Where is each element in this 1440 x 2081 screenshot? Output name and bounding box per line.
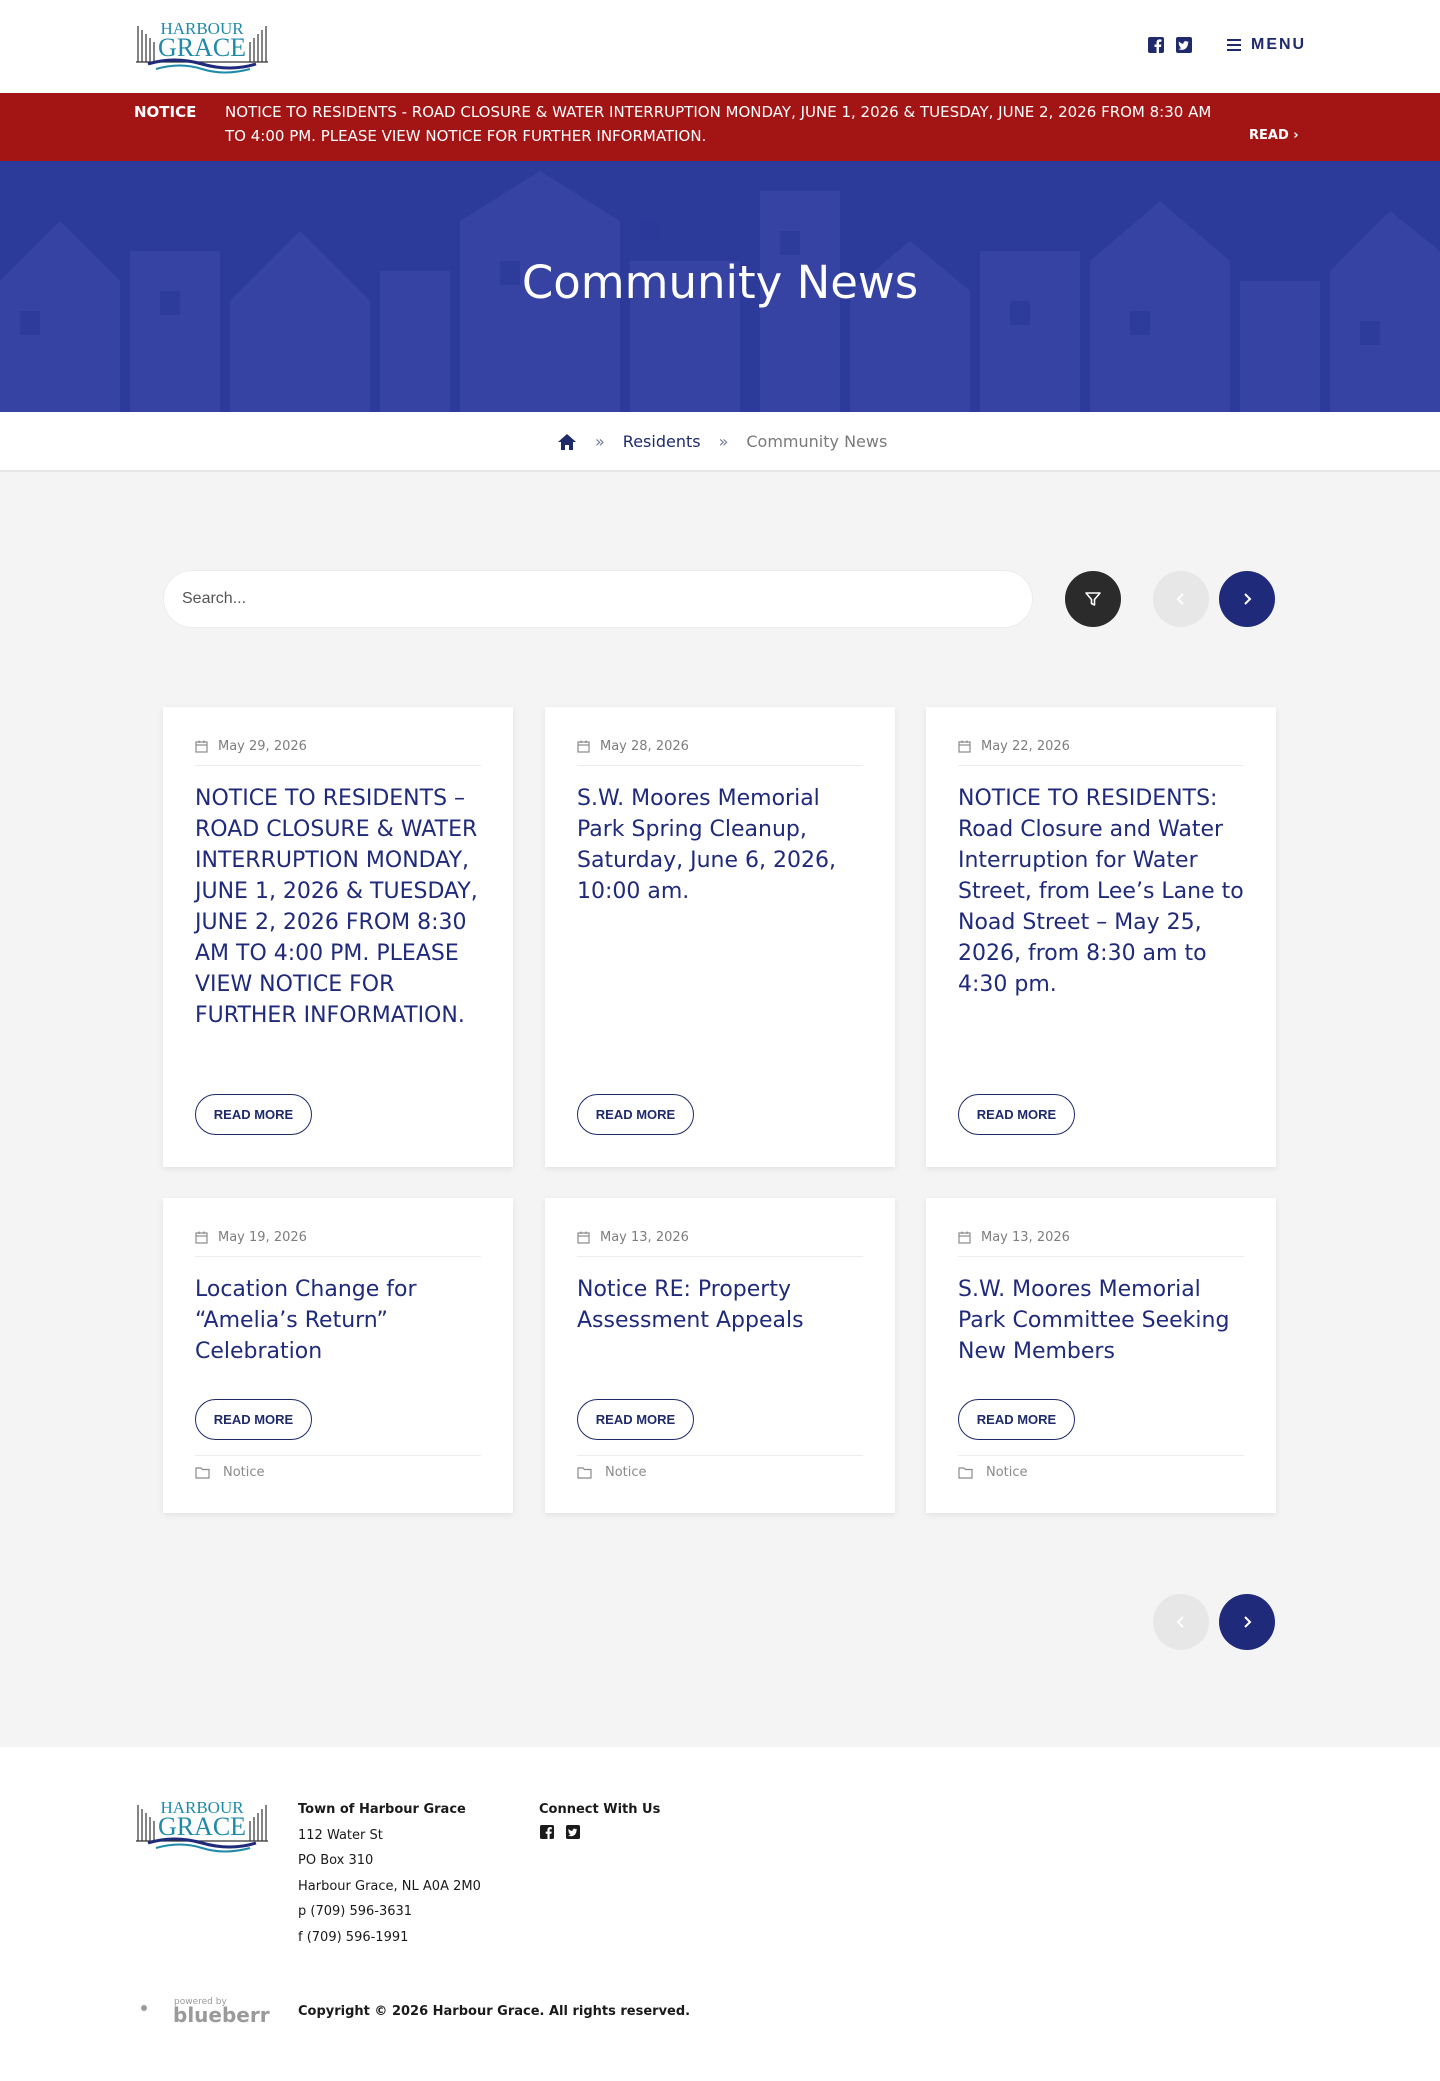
card-title-link[interactable]: Location Change for “Amelia’s Return” Ce… — [195, 1274, 485, 1367]
category-link[interactable]: Notice — [986, 1465, 1028, 1480]
hero-banner: Community News — [0, 161, 1440, 412]
calendar-icon — [577, 740, 590, 753]
folder-icon — [577, 1467, 592, 1479]
chevron-left-icon — [1176, 593, 1184, 605]
card-date: May 29, 2026 — [195, 739, 481, 766]
next-page-button[interactable] — [1219, 571, 1275, 627]
breadcrumb: » Residents » Community News — [0, 412, 1440, 472]
filter-icon — [1085, 592, 1101, 606]
card-title-link[interactable]: Notice RE: Property Assessment Appeals — [577, 1274, 867, 1336]
footer-fax: f (709) 596-1991 — [298, 1929, 409, 1945]
read-more-button[interactable]: READ MORE — [195, 1399, 312, 1440]
card-category: Notice — [958, 1455, 1244, 1480]
card-title-link[interactable]: S.W. Moores Memorial Park Spring Cleanup… — [577, 783, 867, 907]
twitter-icon[interactable] — [566, 1825, 580, 1839]
chevron-left-icon — [1176, 1616, 1184, 1628]
read-more-button[interactable]: READ MORE — [195, 1094, 312, 1135]
calendar-icon — [195, 1231, 208, 1244]
card-title-link[interactable]: NOTICE TO RESIDENTS – ROAD CLOSURE & WAT… — [195, 783, 485, 1031]
notice-text[interactable]: NOTICE TO RESIDENTS - ROAD CLOSURE & WAT… — [225, 100, 1235, 148]
page-title: Community News — [521, 256, 919, 309]
facebook-icon[interactable] — [1148, 37, 1164, 53]
card-date: May 22, 2026 — [958, 739, 1244, 766]
read-more-button[interactable]: READ MORE — [958, 1399, 1075, 1440]
folder-icon — [958, 1467, 973, 1479]
news-card: May 19, 2026 Location Change for “Amelia… — [163, 1198, 513, 1513]
read-more-button[interactable]: READ MORE — [958, 1094, 1075, 1135]
news-card: May 29, 2026 NOTICE TO RESIDENTS – ROAD … — [163, 707, 513, 1167]
notice-label: NOTICE — [134, 103, 197, 121]
search-input[interactable] — [163, 570, 1033, 628]
breadcrumb-residents[interactable]: Residents — [623, 432, 701, 451]
footer-contact: Town of Harbour Grace 112 Water St PO Bo… — [298, 1797, 481, 1950]
harbour-grace-logo[interactable]: HARBOUR GRACE — [134, 1795, 270, 1853]
news-card: May 22, 2026 NOTICE TO RESIDENTS: Road C… — [926, 707, 1276, 1167]
powered-by-blueberry-logo[interactable]: powered by blueberry — [138, 1994, 270, 2028]
read-more-button[interactable]: READ MORE — [577, 1094, 694, 1135]
card-date: May 19, 2026 — [195, 1230, 481, 1257]
notice-bar: NOTICE NOTICE TO RESIDENTS - ROAD CLOSUR… — [0, 93, 1440, 161]
card-date: May 13, 2026 — [958, 1230, 1244, 1257]
category-link[interactable]: Notice — [223, 1465, 265, 1480]
facebook-icon[interactable] — [540, 1825, 554, 1839]
copyright-text: Copyright © 2026 Harbour Grace. All righ… — [298, 2004, 691, 2019]
home-icon[interactable] — [557, 433, 577, 451]
next-page-button[interactable] — [1219, 1594, 1275, 1650]
folder-icon — [195, 1467, 210, 1479]
svg-text:GRACE: GRACE — [158, 1812, 246, 1841]
breadcrumb-separator: » — [718, 432, 729, 451]
harbour-grace-logo[interactable]: HARBOUR GRACE — [134, 16, 270, 74]
menu-button[interactable]: MENU — [1227, 36, 1306, 54]
footer-org-title: Town of Harbour Grace — [298, 1802, 466, 1817]
news-card: May 28, 2026 S.W. Moores Memorial Park S… — [545, 707, 895, 1167]
news-card: May 13, 2026 S.W. Moores Memorial Park C… — [926, 1198, 1276, 1513]
footer-connect-title: Connect With Us — [539, 1802, 661, 1817]
card-category: Notice — [195, 1455, 481, 1480]
category-link[interactable]: Notice — [605, 1465, 647, 1480]
site-footer: HARBOUR GRACE Town of Harbour Grace 112 … — [0, 1747, 1440, 2081]
calendar-icon — [195, 740, 208, 753]
calendar-icon — [577, 1231, 590, 1244]
filter-button[interactable] — [1065, 571, 1121, 627]
footer-phone[interactable]: p (709) 596-3631 — [298, 1899, 481, 1925]
twitter-icon[interactable] — [1176, 37, 1192, 53]
read-more-button[interactable]: READ MORE — [577, 1399, 694, 1440]
news-card: May 13, 2026 Notice RE: Property Assessm… — [545, 1198, 895, 1513]
card-title-link[interactable]: NOTICE TO RESIDENTS: Road Closure and Wa… — [958, 783, 1248, 1000]
svg-text:GRACE: GRACE — [158, 33, 246, 62]
card-date: May 13, 2026 — [577, 1230, 863, 1257]
site-header: HARBOUR GRACE MENU — [0, 0, 1440, 93]
calendar-icon — [958, 740, 971, 753]
breadcrumb-separator: » — [595, 432, 605, 451]
card-title-link[interactable]: S.W. Moores Memorial Park Committee Seek… — [958, 1274, 1248, 1367]
menu-icon — [1227, 39, 1241, 51]
prev-page-button[interactable] — [1153, 1594, 1209, 1650]
calendar-icon — [958, 1231, 971, 1244]
prev-page-button[interactable] — [1153, 571, 1209, 627]
card-date: May 28, 2026 — [577, 739, 863, 766]
breadcrumb-current: Community News — [746, 432, 888, 451]
footer-address: PO Box 310 — [298, 1853, 374, 1868]
chevron-right-icon — [1244, 593, 1252, 605]
footer-address: 112 Water St — [298, 1827, 383, 1843]
menu-label: MENU — [1251, 36, 1307, 53]
card-category: Notice — [577, 1455, 863, 1480]
chevron-right-icon — [1244, 1616, 1252, 1628]
svg-text:blueberry: blueberry — [173, 2003, 270, 2027]
notice-read-link[interactable]: READ › — [1249, 124, 1299, 148]
footer-address: Harbour Grace, NL A0A 2M0 — [298, 1878, 481, 1894]
